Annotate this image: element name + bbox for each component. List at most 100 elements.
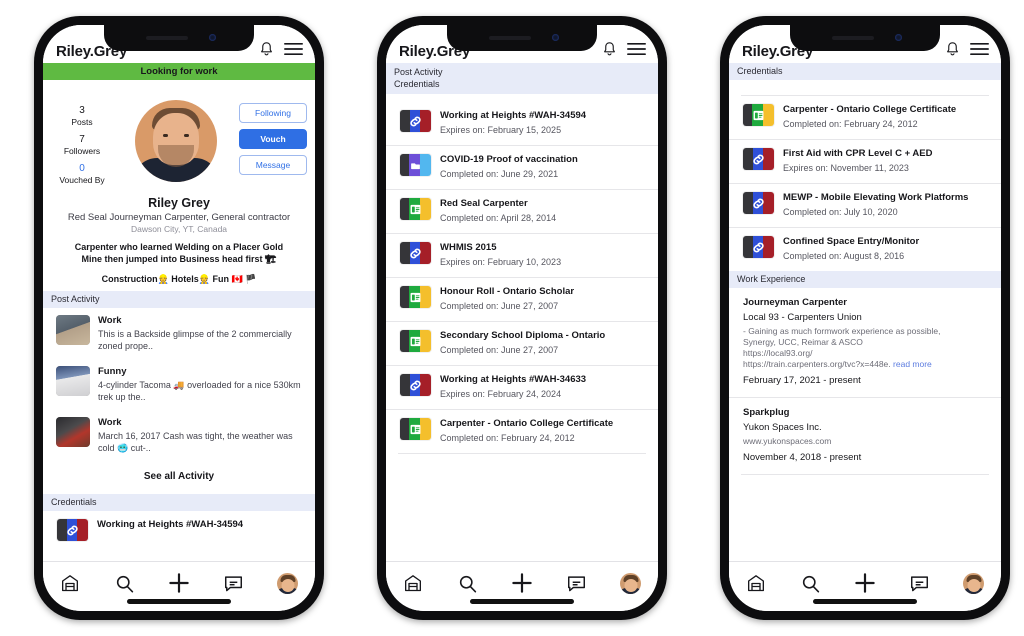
see-all-activity-link[interactable]: See all Activity (43, 461, 315, 494)
credential-title: First Aid with CPR Level C + AED (783, 148, 933, 159)
work-desc-line-3: https://local93.org/ (743, 348, 813, 358)
profile-bio-line-2: Mine then jumped into Business head firs… (81, 254, 277, 264)
credential-list-item[interactable]: Red Seal Carpenter Completed on: April 2… (386, 189, 658, 233)
credential-title: Carpenter - Ontario College Certificate (440, 418, 614, 429)
speaker-grill (489, 36, 531, 40)
work-experience-item[interactable]: Journeyman Carpenter Local 93 - Carpente… (729, 288, 1001, 397)
list-divider (398, 453, 646, 454)
phone-frame-3: Riley.Grey Credentials Carpenter - Ontar… (720, 16, 1010, 620)
post-list-item[interactable]: Work March 16, 2017 Cash was tight, the … (43, 410, 315, 461)
home-indicator (813, 599, 917, 604)
stat-posts-value: 3 (79, 105, 85, 116)
post-thumbnail[interactable] (56, 366, 90, 396)
credential-list-item[interactable]: Carpenter - Ontario College Certificate … (729, 96, 1001, 139)
tab-messages[interactable] (899, 569, 939, 597)
work-date-range: November 4, 2018 - present (743, 452, 862, 463)
work-desc-line-4: https://train.carpenters.org/tvc?x=448e. (743, 359, 891, 369)
hamburger-menu-icon[interactable] (627, 42, 646, 61)
credential-list-item[interactable]: WHMIS 2015 Expires on: February 10, 2023 (386, 233, 658, 277)
credential-title: COVID-19 Proof of vaccination (440, 154, 578, 165)
phone-screen-2: Riley.Grey Post Activity Credentials Wor… (386, 25, 658, 611)
section-header-stack: Post Activity Credentials (386, 63, 658, 94)
tab-search[interactable] (791, 569, 831, 597)
read-more-link[interactable]: read more (893, 359, 932, 369)
profile-avatar-small[interactable] (620, 572, 642, 594)
tab-profile[interactable] (954, 569, 994, 597)
vouch-button[interactable]: Vouch (239, 129, 307, 149)
profile-avatar[interactable] (135, 100, 217, 182)
tab-home[interactable] (50, 569, 90, 597)
phone-notch (447, 25, 597, 51)
profile-avatar-small[interactable] (277, 572, 299, 594)
credential-title: WHMIS 2015 (440, 242, 497, 253)
tab-create[interactable] (845, 569, 885, 597)
credential-badge-link-icon (400, 242, 431, 264)
credential-list-item[interactable]: Honour Roll - Ontario Scholar Completed … (386, 277, 658, 321)
tab-create[interactable] (502, 569, 542, 597)
credential-list-item[interactable]: MEWP - Mobile Elevating Work Platforms C… (729, 183, 1001, 227)
credential-date: Completed on: July 10, 2020 (783, 207, 898, 217)
tab-search[interactable] (105, 569, 145, 597)
work-company: Yukon Spaces Inc. (743, 422, 822, 433)
post-thumbnail[interactable] (56, 417, 90, 447)
profile-actions: Following Vouch Message (239, 100, 307, 191)
post-title: Work (98, 417, 122, 428)
credential-list-item[interactable]: Secondary School Diploma - Ontario Compl… (386, 321, 658, 365)
credential-list-item[interactable]: Carpenter - Ontario College Certificate … (386, 409, 658, 453)
credential-list-item[interactable]: Working at Heights #WAH-34633 Expires on… (386, 365, 658, 409)
credential-badge-certificate-icon (400, 418, 431, 440)
stat-followers-value[interactable]: 7 (51, 133, 113, 146)
tab-messages[interactable] (213, 569, 253, 597)
stat-vouched-value[interactable]: 0 (51, 162, 113, 175)
section-work-experience: Work Experience (729, 271, 1001, 288)
credential-title: Red Seal Carpenter (440, 198, 528, 209)
home-indicator (470, 599, 574, 604)
work-website[interactable]: www.yukonspaces.com (743, 436, 987, 447)
tab-profile[interactable] (268, 569, 308, 597)
phone-frame-2: Riley.Grey Post Activity Credentials Wor… (377, 16, 667, 620)
work-desc-line-2: Synergy, UCC, Reimar & ASCO (743, 337, 863, 347)
following-button[interactable]: Following (239, 103, 307, 123)
section-post-activity[interactable]: Post Activity (394, 66, 650, 78)
credential-list-item[interactable]: COVID-19 Proof of vaccination Completed … (386, 145, 658, 189)
phone-screen-1: Riley.Grey Looking for work 3 Posts 7 Fo… (43, 25, 315, 611)
three-phone-mockup: Riley.Grey Looking for work 3 Posts 7 Fo… (0, 0, 1024, 636)
credential-date: Completed on: February 24, 2012 (783, 119, 918, 129)
post-title: Work (98, 315, 122, 326)
section-credentials[interactable]: Credentials (729, 63, 1001, 80)
credentials-scroll-area[interactable]: Working at Heights #WAH-34594 Expires on… (386, 102, 658, 561)
post-list-item[interactable]: Funny 4-cylinder Tacoma 🚚 overloaded for… (43, 359, 315, 410)
tab-home[interactable] (393, 569, 433, 597)
work-experience-item[interactable]: Sparkplug Yukon Spaces Inc. www.yukonspa… (729, 397, 1001, 474)
credential-list-item[interactable]: Working at Heights #WAH-34594 Expires on… (386, 102, 658, 145)
phone-screen-3: Riley.Grey Credentials Carpenter - Ontar… (729, 25, 1001, 611)
credential-list-item[interactable]: First Aid with CPR Level C + AED Expires… (729, 139, 1001, 183)
credentials-work-scroll-area[interactable]: Carpenter - Ontario College Certificate … (729, 95, 1001, 561)
tab-home[interactable] (736, 569, 776, 597)
post-description: 4-cylinder Tacoma 🚚 overloaded for a nic… (98, 380, 301, 402)
post-thumbnail[interactable] (56, 315, 90, 345)
section-credentials[interactable]: Credentials (394, 78, 650, 90)
tab-create[interactable] (159, 569, 199, 597)
profile-scroll-area[interactable]: 3 Posts 7 Followers 0 Vouched By Followi… (43, 94, 315, 561)
hamburger-menu-icon[interactable] (970, 42, 989, 61)
tab-search[interactable] (448, 569, 488, 597)
profile-avatar-small[interactable] (963, 572, 985, 594)
tab-profile[interactable] (611, 569, 651, 597)
bell-icon[interactable] (945, 41, 960, 62)
message-button[interactable]: Message (239, 155, 307, 175)
tab-messages[interactable] (556, 569, 596, 597)
speaker-grill (832, 36, 874, 40)
post-list-item[interactable]: Work This is a Backside glimpse of the 2… (43, 308, 315, 359)
profile-name: Riley Grey (148, 196, 210, 210)
credential-list-item[interactable]: Working at Heights #WAH-34594 (43, 511, 315, 550)
credential-title: Working at Heights #WAH-34594 (440, 110, 587, 121)
profile-title: Red Seal Journeyman Carpenter, General c… (67, 212, 291, 223)
bell-icon[interactable] (602, 41, 617, 62)
section-credentials: Credentials (43, 494, 315, 511)
credential-list-item[interactable]: Confined Space Entry/Monitor Completed o… (729, 227, 1001, 271)
credential-badge-link-icon (57, 519, 88, 541)
credential-date: Completed on: June 27, 2007 (440, 301, 559, 311)
bell-icon[interactable] (259, 41, 274, 62)
hamburger-menu-icon[interactable] (284, 42, 303, 61)
